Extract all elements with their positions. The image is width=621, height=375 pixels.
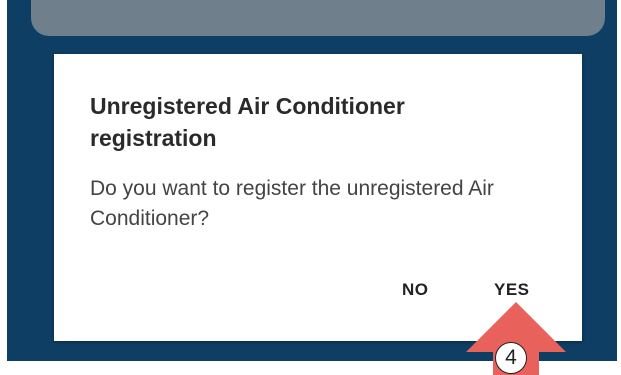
no-button[interactable]: NO <box>402 280 429 300</box>
step-number-badge: 4 <box>495 342 527 374</box>
yes-button[interactable]: YES <box>494 280 530 300</box>
registration-dialog: Unregistered Air Conditioner registratio… <box>54 54 582 341</box>
dialog-title: Unregistered Air Conditioner registratio… <box>90 93 405 151</box>
dialog-message: Do you want to register the unregistered… <box>90 177 494 230</box>
background-card <box>31 0 605 36</box>
